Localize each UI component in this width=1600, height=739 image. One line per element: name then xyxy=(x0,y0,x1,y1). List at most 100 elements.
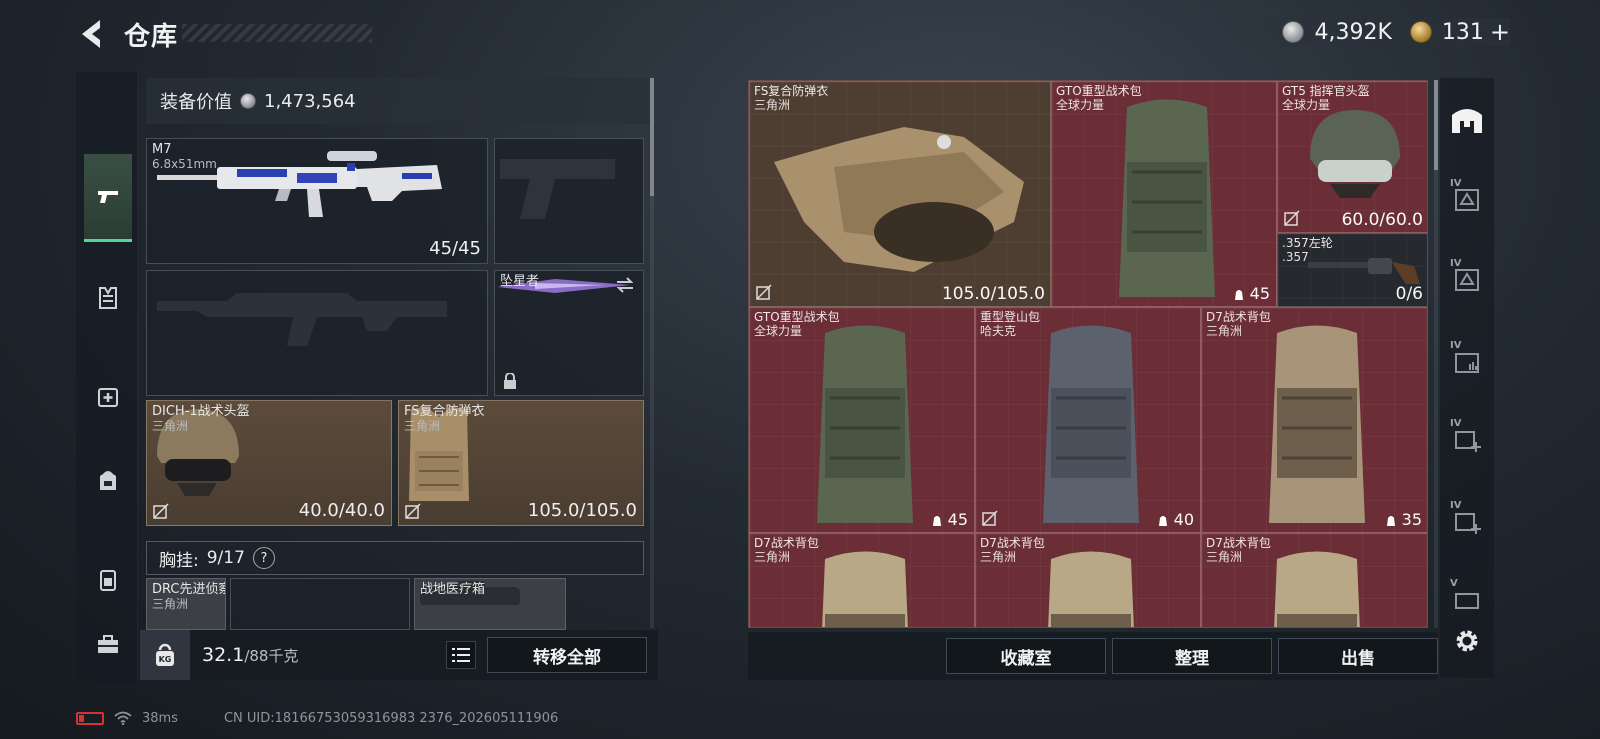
rifle-silhouette-icon xyxy=(157,293,447,346)
stash-scrollbar[interactable] xyxy=(1434,80,1438,628)
stash-page-tab[interactable]: IV xyxy=(1446,340,1488,382)
item-name: GT5 指挥官头盔 xyxy=(1282,84,1370,98)
no-repair-icon xyxy=(153,503,169,519)
back-arrow-icon xyxy=(82,20,100,48)
nav-armor-tab[interactable] xyxy=(84,274,132,322)
equipment-value: 1,473,564 xyxy=(264,90,356,112)
battery-low-icon xyxy=(76,711,104,725)
gold-currency-value: 131 xyxy=(1441,19,1484,45)
item-origin: 三角洲 xyxy=(754,98,791,112)
item-origin: 全球力量 xyxy=(754,324,803,338)
collection-room-button[interactable]: 收藏室 xyxy=(946,638,1106,674)
swap-icon[interactable] xyxy=(615,277,635,293)
transfer-all-button[interactable]: 转移全部 xyxy=(487,637,647,673)
stash-item[interactable]: FS复合防弹衣 三角洲 105.0/105.0 xyxy=(749,81,1051,307)
item-origin: 三角洲 xyxy=(1206,324,1243,338)
tier-label: IV xyxy=(1450,418,1462,429)
scrollbar-thumb[interactable] xyxy=(1434,80,1438,170)
stash-page-tab[interactable]: V xyxy=(1446,578,1488,620)
item-name: GTO重型战术包 xyxy=(1056,84,1142,98)
helmet-durability: 40.0/40.0 xyxy=(298,500,385,521)
helmet-image xyxy=(1310,110,1400,198)
stash-item[interactable]: D7战术背包 三角洲 35 xyxy=(1201,307,1427,533)
gear-icon xyxy=(1456,630,1478,652)
sell-button[interactable]: 出售 xyxy=(1278,638,1438,674)
nav-weapons-tab[interactable] xyxy=(84,154,132,242)
rig-item-slot[interactable]: DRC先进侦察... 三角洲 xyxy=(146,578,226,630)
sort-button[interactable]: 整理 xyxy=(1112,638,1272,674)
no-repair-icon xyxy=(982,510,998,526)
pistol-silhouette-icon xyxy=(500,159,615,219)
stash-page-tab[interactable]: IV xyxy=(1446,178,1488,220)
tier-label: IV xyxy=(1450,340,1462,351)
helmet-slot[interactable]: DICH-1战术头盔 三角洲 40.0/40.0 xyxy=(146,400,392,526)
list-view-button[interactable] xyxy=(446,641,476,669)
rig-item-slot-empty[interactable] xyxy=(230,578,410,630)
helmet-name: DICH-1战术头盔 xyxy=(152,404,250,419)
stash-item[interactable]: D7战术背包 三角洲 xyxy=(1201,533,1427,627)
gold-coin-icon xyxy=(1409,21,1432,43)
item-name: GTO重型战术包 xyxy=(754,310,840,324)
item-name: 重型登山包 xyxy=(980,310,1041,324)
back-button[interactable] xyxy=(74,16,110,52)
weight-icon: KG xyxy=(140,630,190,680)
scrollbar-thumb[interactable] xyxy=(650,78,654,196)
stash-item[interactable]: GTO重型战术包 全球力量 45 xyxy=(1051,81,1277,307)
nav-chest-rig-tab[interactable] xyxy=(84,556,132,604)
helmet-origin: 三角洲 xyxy=(152,419,189,433)
add-currency-button[interactable]: + xyxy=(1490,18,1510,46)
sidearm-slot[interactable] xyxy=(494,138,644,264)
stash-page-tab[interactable]: IV xyxy=(1446,500,1488,542)
item-name: D7战术背包 xyxy=(1206,536,1271,550)
equipment-value-bar: 装备价值 1,473,564 xyxy=(146,78,650,124)
chest-rig-capacity: 9/17 xyxy=(206,548,245,568)
item-durability: 60.0/60.0 xyxy=(1341,210,1423,230)
item-name: D7战术背包 xyxy=(754,536,819,550)
item-name: FS复合防弹衣 xyxy=(754,84,829,98)
no-repair-icon xyxy=(405,503,421,519)
melee-name: 坠星者 xyxy=(500,274,540,289)
nav-medical-tab[interactable] xyxy=(84,372,132,420)
no-repair-icon xyxy=(1284,210,1300,226)
primary-weapon-slot[interactable]: M7 6.8x51mm 45/45 xyxy=(146,138,488,264)
user-id: CN UID:18166753059316983 2376_2026051119… xyxy=(223,710,559,726)
backpack-capacity-icon xyxy=(1234,289,1243,300)
melee-slot[interactable]: 坠星者 xyxy=(494,270,644,396)
equipment-scrollbar[interactable] xyxy=(650,78,654,628)
ping-value: 38ms xyxy=(142,710,178,726)
stash-item[interactable]: .357左轮 .357 0/6 xyxy=(1277,233,1427,307)
currency-bar: 4,392K 131 + xyxy=(1202,18,1510,46)
stash-item[interactable]: GTO重型战术包 全球力量 45 xyxy=(749,307,975,533)
item-origin: 全球力量 xyxy=(1056,98,1105,112)
rig-item-slot[interactable]: 战地医疗箱 xyxy=(414,578,566,630)
kettlebell-icon: KG xyxy=(156,643,174,666)
weapon-caliber: 6.8x51mm xyxy=(152,157,217,171)
item-origin: 三角洲 xyxy=(980,550,1017,564)
list-icon xyxy=(452,648,470,662)
stash-item[interactable]: D7战术背包 三角洲 xyxy=(749,533,975,627)
item-name: D7战术背包 xyxy=(980,536,1045,550)
armor-slot[interactable]: FS复合防弹衣 三角洲 105.0/105.0 xyxy=(398,400,644,526)
item-capacity: 45 xyxy=(1233,284,1270,303)
stash-item[interactable]: 重型登山包 哈夫克 40 xyxy=(975,307,1201,533)
weight-display: 32.1/88千克 xyxy=(202,644,298,666)
help-icon[interactable]: ? xyxy=(252,547,275,569)
stash-home-tab[interactable] xyxy=(1446,98,1488,140)
nav-toolbox-tab[interactable] xyxy=(84,620,132,668)
stash-page-tab[interactable]: IV xyxy=(1446,258,1488,300)
current-weight: 32.1 xyxy=(202,644,245,666)
stash-item[interactable]: D7战术背包 三角洲 xyxy=(975,533,1201,627)
settings-button[interactable] xyxy=(1446,620,1488,662)
stash-action-bar: 收藏室 整理 出售 xyxy=(748,632,1438,680)
stash-page-tab[interactable]: IV xyxy=(1446,418,1488,460)
backpack-image xyxy=(817,325,913,523)
backpack-capacity-icon xyxy=(1386,515,1395,526)
armor-durability: 105.0/105.0 xyxy=(527,500,637,521)
secondary-weapon-slot[interactable] xyxy=(146,270,488,396)
stash-item[interactable]: GT5 指挥官头盔 全球力量 60.0/60.0 xyxy=(1277,81,1427,233)
no-repair-icon xyxy=(756,284,772,300)
status-bar: 38ms CN UID:18166753059316983 2376_20260… xyxy=(76,708,558,728)
max-weight: /88千克 xyxy=(244,647,299,665)
lock-icon xyxy=(504,373,516,389)
nav-backpack-tab[interactable] xyxy=(84,456,132,504)
